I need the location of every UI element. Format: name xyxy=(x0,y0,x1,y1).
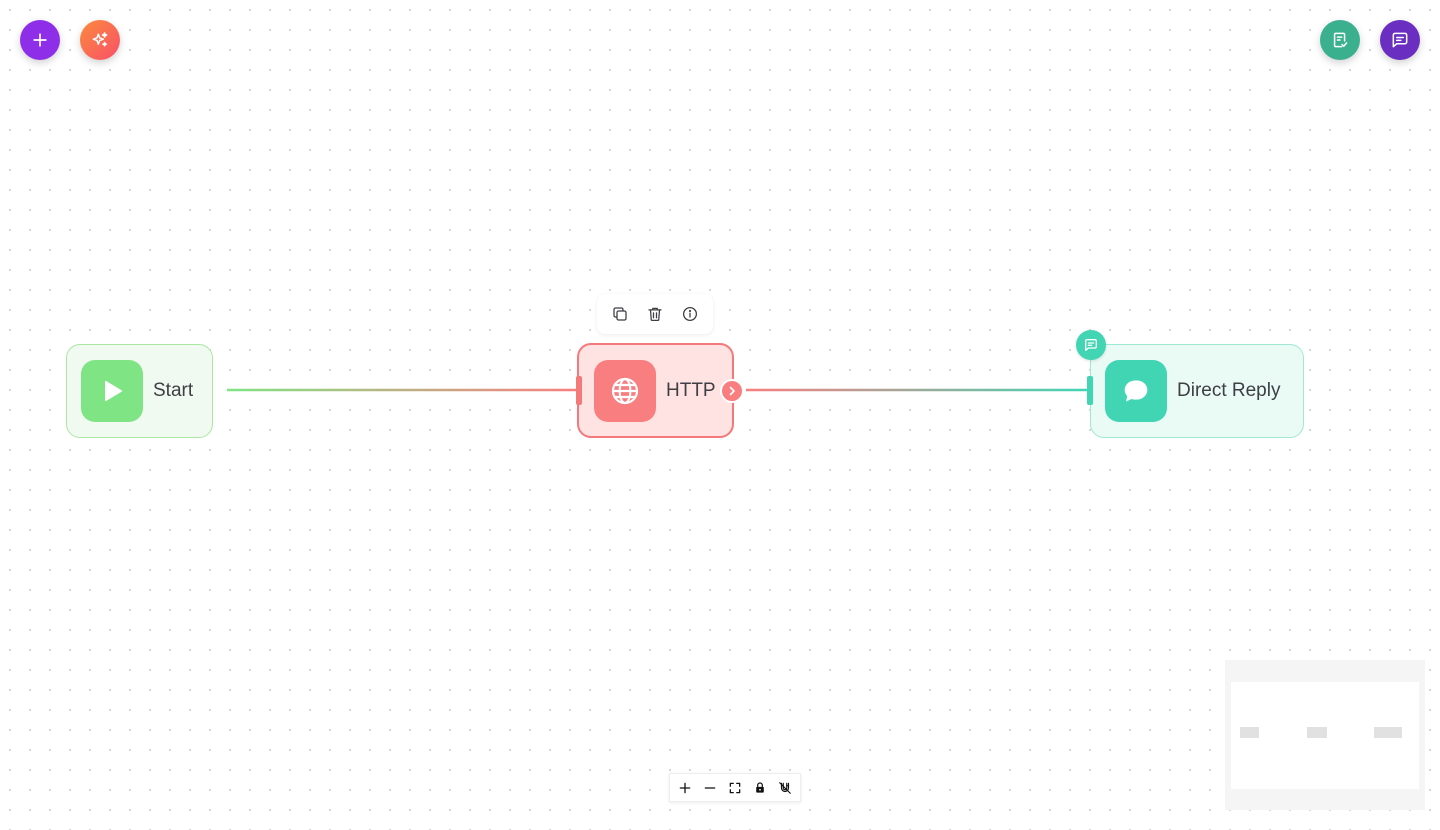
http-node[interactable]: HTTP xyxy=(577,343,734,438)
ai-generate-button[interactable] xyxy=(80,20,120,60)
minimap-node-reply xyxy=(1374,727,1402,738)
snap-toggle-button[interactable] xyxy=(773,776,797,800)
canvas-controls xyxy=(669,773,801,802)
http-node-tile xyxy=(594,359,656,422)
delete-node-button[interactable] xyxy=(641,300,669,328)
http-input-handle[interactable] xyxy=(576,376,582,405)
zoom-in-icon xyxy=(679,782,690,793)
validate-flow-button[interactable] xyxy=(1320,20,1360,60)
sparkles-icon xyxy=(92,32,108,47)
chat-button[interactable] xyxy=(1380,20,1420,60)
node-toolbar xyxy=(597,294,713,334)
fit-view-button[interactable] xyxy=(723,776,747,800)
globe-icon xyxy=(611,377,639,404)
start-node-tile xyxy=(81,360,143,422)
copy-icon xyxy=(613,307,627,321)
duplicate-node-button[interactable] xyxy=(606,300,634,328)
info-icon xyxy=(682,306,697,322)
clipboard-check-icon xyxy=(1333,32,1348,48)
add-node-button[interactable] xyxy=(20,20,60,60)
node-info-button[interactable] xyxy=(676,300,704,328)
chevron-right-icon xyxy=(729,386,735,396)
start-node[interactable]: Start xyxy=(66,344,213,438)
minimap[interactable] xyxy=(1225,660,1425,810)
http-node-label: HTTP xyxy=(666,379,716,401)
http-output-handle[interactable] xyxy=(720,379,744,403)
play-icon xyxy=(105,380,123,402)
direct-reply-node-tile xyxy=(1105,360,1167,422)
direct-reply-node[interactable]: Direct Reply xyxy=(1090,344,1304,438)
message-square-icon xyxy=(1392,32,1408,48)
direct-reply-node-label: Direct Reply xyxy=(1177,380,1281,401)
lock-icon xyxy=(756,781,764,793)
zoom-in-button[interactable] xyxy=(673,776,697,800)
lock-canvas-button[interactable] xyxy=(748,776,772,800)
minimap-node-http xyxy=(1307,727,1327,738)
minimap-viewport[interactable] xyxy=(1231,682,1419,789)
magnet-off-icon xyxy=(779,781,792,794)
chat-bubble-icon xyxy=(1124,380,1148,402)
direct-reply-input-handle[interactable] xyxy=(1087,376,1093,405)
message-square-icon xyxy=(1085,339,1097,351)
zoom-out-icon xyxy=(704,786,716,789)
zoom-out-button[interactable] xyxy=(698,776,722,800)
fit-view-icon xyxy=(729,782,741,793)
start-node-label: Start xyxy=(153,380,194,401)
plus-icon xyxy=(33,33,47,47)
minimap-node-start xyxy=(1240,727,1259,738)
trash-icon xyxy=(648,307,662,322)
node-comment-button[interactable] xyxy=(1076,330,1106,360)
